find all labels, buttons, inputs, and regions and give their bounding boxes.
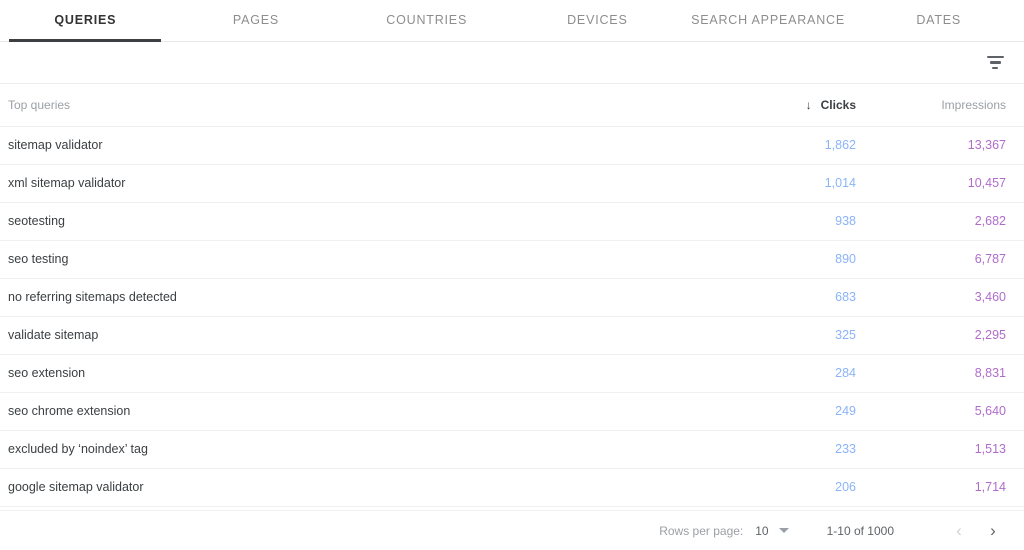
cell-impressions: 1,714 (874, 468, 1024, 507)
column-header-clicks-label: Clicks (820, 98, 856, 113)
column-header-impressions[interactable]: Impressions (874, 84, 1024, 127)
sort-descending-icon: ↓ (805, 98, 812, 113)
table-row[interactable]: seo testing 890 6,787 (0, 240, 1024, 279)
cell-query: sitemap validator (0, 126, 724, 165)
table-header-row: Top queries ↓ Clicks Impressions (0, 84, 1024, 127)
tab-search-appearance[interactable]: SEARCH APPEARANCE (683, 0, 854, 41)
cell-impressions: 13,367 (874, 126, 1024, 165)
chevron-down-icon (778, 528, 789, 533)
filter-button[interactable] (978, 46, 1012, 80)
tab-devices[interactable]: DEVICES (512, 0, 683, 41)
cell-impressions: 1,513 (874, 430, 1024, 469)
cell-impressions: 10,457 (874, 164, 1024, 203)
next-page-button[interactable]: › (976, 514, 1010, 548)
cell-clicks: 284 (724, 354, 874, 393)
tab-pages-label: PAGES (232, 12, 280, 27)
tab-dates[interactable]: DATES (853, 0, 1024, 41)
table-row[interactable]: seo extension 284 8,831 (0, 354, 1024, 393)
filter-toolbar (0, 42, 1024, 84)
filter-list-icon (986, 55, 1004, 70)
cell-clicks: 206 (724, 468, 874, 507)
table-row[interactable]: xml sitemap validator 1,014 10,457 (0, 164, 1024, 203)
cell-query: google sitemap validator (0, 468, 724, 507)
column-header-query[interactable]: Top queries (0, 84, 724, 127)
chevron-left-icon: ‹ (956, 521, 962, 540)
rows-per-page-value: 10 (755, 523, 769, 538)
cell-impressions: 3,460 (874, 278, 1024, 317)
table-row[interactable]: seotesting 938 2,682 (0, 202, 1024, 241)
cell-query: seo chrome extension (0, 392, 724, 431)
cell-clicks: 1,014 (724, 164, 874, 203)
cell-impressions: 5,640 (874, 392, 1024, 431)
cell-clicks: 325 (724, 316, 874, 355)
cell-query: validate sitemap (0, 316, 724, 355)
cell-query: no referring sitemaps detected (0, 278, 724, 317)
table-header: Top queries ↓ Clicks Impressions (0, 84, 1024, 127)
cell-impressions: 8,831 (874, 354, 1024, 393)
cell-impressions: 2,682 (874, 202, 1024, 241)
results-table-container: Top queries ↓ Clicks Impressions sitemap … (0, 84, 1024, 510)
rows-per-page-select[interactable]: 10 (755, 523, 789, 538)
tab-queries-label: QUERIES (54, 12, 117, 27)
cell-query: excluded by ‘noindex’ tag (0, 430, 724, 469)
cell-clicks: 233 (724, 430, 874, 469)
rows-per-page-label: Rows per page: (659, 523, 744, 538)
table-row[interactable]: no referring sitemaps detected 683 3,460 (0, 278, 1024, 317)
cell-query: xml sitemap validator (0, 164, 724, 203)
tab-bar: QUERIES PAGES COUNTRIES DEVICES SEARCH A… (0, 0, 1024, 42)
tab-queries[interactable]: QUERIES (0, 0, 171, 41)
cell-clicks: 1,862 (724, 126, 874, 165)
column-header-impressions-label: Impressions (941, 98, 1006, 113)
cell-impressions: 6,787 (874, 240, 1024, 279)
results-table: Top queries ↓ Clicks Impressions sitemap … (0, 84, 1024, 507)
cell-query: seo testing (0, 240, 724, 279)
pagination-bar: Rows per page: 10 1-10 of 1000 ‹ › (0, 510, 1024, 550)
cell-clicks: 890 (724, 240, 874, 279)
table-body: sitemap validator 1,862 13,367 xml sitem… (0, 126, 1024, 507)
column-header-clicks[interactable]: ↓ Clicks (724, 84, 874, 127)
tab-countries[interactable]: COUNTRIES (341, 0, 512, 41)
cell-query: seo extension (0, 354, 724, 393)
cell-clicks: 938 (724, 202, 874, 241)
cell-clicks: 683 (724, 278, 874, 317)
tab-dates-label: DATES (916, 12, 962, 27)
table-row[interactable]: google sitemap validator 206 1,714 (0, 468, 1024, 507)
table-row[interactable]: excluded by ‘noindex’ tag 233 1,513 (0, 430, 1024, 469)
tab-search-appearance-label: SEARCH APPEARANCE (691, 12, 845, 27)
tab-pages[interactable]: PAGES (171, 0, 342, 41)
table-row[interactable]: sitemap validator 1,862 13,367 (0, 126, 1024, 165)
cell-query: seotesting (0, 202, 724, 241)
tab-countries-label: COUNTRIES (386, 12, 468, 27)
chevron-right-icon: › (990, 521, 996, 540)
tab-devices-label: DEVICES (567, 12, 628, 27)
previous-page-button[interactable]: ‹ (942, 514, 976, 548)
cell-clicks: 249 (724, 392, 874, 431)
cell-impressions: 2,295 (874, 316, 1024, 355)
search-analytics-panel: QUERIES PAGES COUNTRIES DEVICES SEARCH A… (0, 0, 1024, 550)
table-row[interactable]: seo chrome extension 249 5,640 (0, 392, 1024, 431)
pagination-range-label: 1-10 of 1000 (826, 523, 894, 538)
table-row[interactable]: validate sitemap 325 2,295 (0, 316, 1024, 355)
